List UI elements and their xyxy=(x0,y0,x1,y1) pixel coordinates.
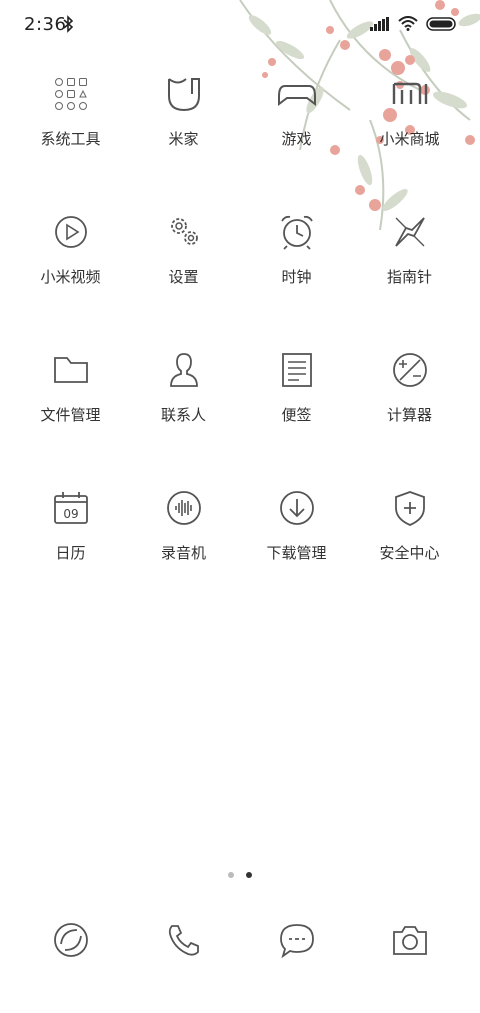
wifi-icon xyxy=(398,16,418,31)
battery-icon xyxy=(426,16,456,31)
mijia-icon xyxy=(167,78,200,112)
app-games[interactable]: 游戏 xyxy=(240,72,353,182)
dock xyxy=(0,920,480,964)
app-label: 小米商城 xyxy=(379,130,440,148)
page-dot[interactable] xyxy=(228,872,234,878)
app-system-tools[interactable]: 系统工具 xyxy=(14,72,127,182)
download-icon xyxy=(279,491,314,525)
folder-icon xyxy=(53,357,88,383)
app-downloads[interactable]: 下载管理 xyxy=(240,486,353,596)
app-label: 米家 xyxy=(168,130,199,148)
contact-icon xyxy=(169,353,198,387)
calculator-icon xyxy=(392,353,427,387)
app-mi-video[interactable]: 小米视频 xyxy=(14,210,127,320)
calendar-date-badge: 09 xyxy=(63,507,78,521)
gamepad-icon xyxy=(277,85,316,106)
app-label: 下载管理 xyxy=(266,544,327,562)
app-row: 09 日历 录音机 下载管理 安全中心 xyxy=(0,486,480,596)
app-label: 时钟 xyxy=(281,268,312,286)
message-icon[interactable] xyxy=(277,920,317,960)
mi-store-icon xyxy=(392,82,427,104)
app-calculator[interactable]: 计算器 xyxy=(353,348,466,458)
recorder-icon xyxy=(166,491,201,525)
page-dot-active[interactable] xyxy=(246,872,252,878)
alarm-clock-icon xyxy=(280,215,313,250)
page-indicator xyxy=(0,870,480,880)
app-label: 指南针 xyxy=(386,268,432,286)
signal-icon xyxy=(370,16,389,31)
app-label: 计算器 xyxy=(386,406,432,424)
app-label: 录音机 xyxy=(160,544,206,562)
status-time: 2:36 xyxy=(24,14,67,35)
app-label: 文件管理 xyxy=(40,406,101,424)
app-notes[interactable]: 便签 xyxy=(240,348,353,458)
camera-icon[interactable] xyxy=(390,920,430,960)
app-row: 小米视频 设置 时钟 指南针 xyxy=(0,210,480,320)
app-label: 便签 xyxy=(281,406,312,424)
app-label: 联系人 xyxy=(160,406,206,424)
status-bar: 2:36 xyxy=(0,0,480,52)
browser-icon[interactable] xyxy=(51,920,91,960)
app-file-manager[interactable]: 文件管理 xyxy=(14,348,127,458)
app-label: 游戏 xyxy=(281,130,312,148)
play-icon xyxy=(54,216,87,248)
folder-grid-icon xyxy=(54,78,87,110)
app-label: 小米视频 xyxy=(40,268,101,286)
app-recorder[interactable]: 录音机 xyxy=(127,486,240,596)
phone-icon[interactable] xyxy=(164,920,204,960)
app-label: 日历 xyxy=(55,544,86,562)
app-settings[interactable]: 设置 xyxy=(127,210,240,320)
app-row: 系统工具 米家 游戏 小米商城 xyxy=(0,72,480,182)
calendar-icon: 09 xyxy=(53,492,88,524)
shield-icon xyxy=(394,491,425,526)
app-contacts[interactable]: 联系人 xyxy=(127,348,240,458)
app-clock[interactable]: 时钟 xyxy=(240,210,353,320)
app-label: 安全中心 xyxy=(379,544,440,562)
app-row: 文件管理 联系人 便签 计算器 xyxy=(0,348,480,458)
app-mijia[interactable]: 米家 xyxy=(127,72,240,182)
app-calendar[interactable]: 09 日历 xyxy=(14,486,127,596)
bluetooth-icon xyxy=(63,15,74,33)
app-compass[interactable]: 指南针 xyxy=(353,210,466,320)
notes-icon xyxy=(281,353,312,387)
gear-icon xyxy=(170,218,198,245)
app-mi-store[interactable]: 小米商城 xyxy=(353,72,466,182)
compass-icon xyxy=(394,217,425,247)
app-label: 设置 xyxy=(168,268,199,286)
app-label: 系统工具 xyxy=(40,130,101,148)
app-security[interactable]: 安全中心 xyxy=(353,486,466,596)
